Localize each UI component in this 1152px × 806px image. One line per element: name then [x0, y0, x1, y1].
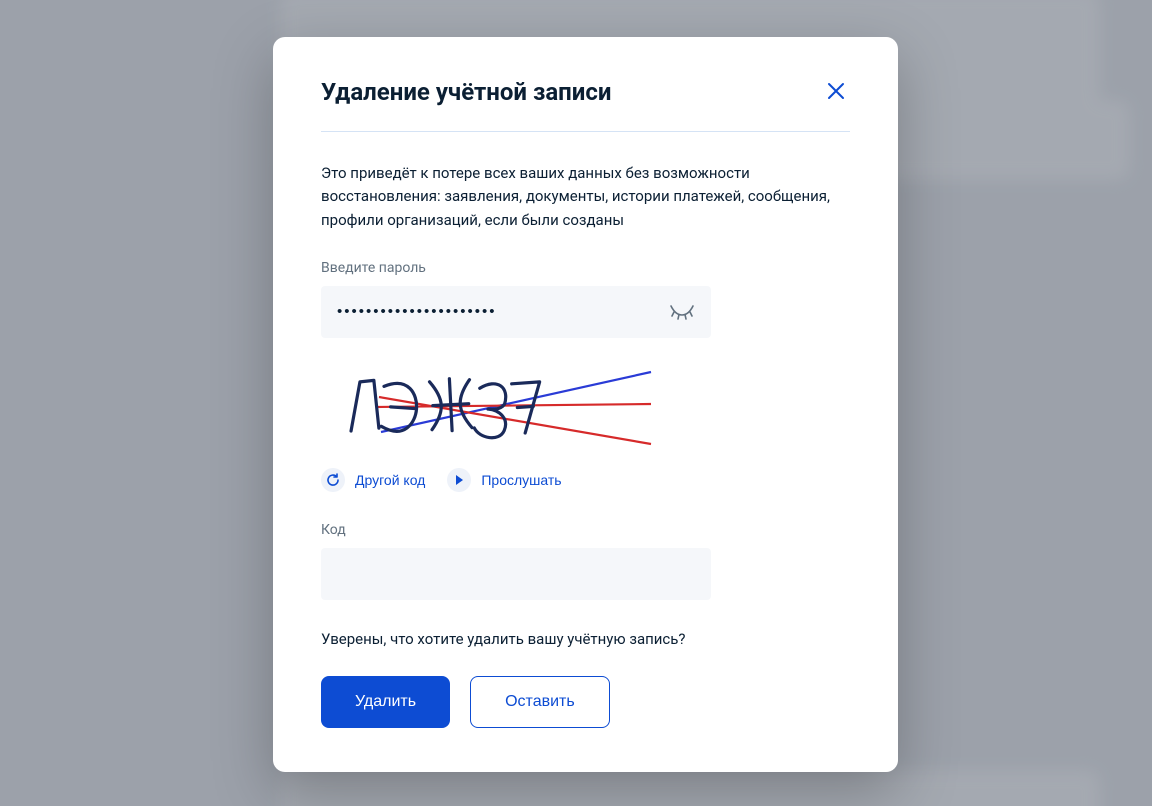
password-input[interactable]	[321, 286, 711, 338]
keep-button[interactable]: Оставить	[470, 676, 610, 728]
code-field-wrap	[321, 548, 711, 600]
confirm-question: Уверены, что хотите удалить вашу учётную…	[321, 630, 850, 648]
button-row: Удалить Оставить	[321, 676, 850, 728]
captcha-listen-button[interactable]: Прослушать	[447, 468, 561, 492]
eye-closed-icon	[669, 303, 695, 321]
toggle-password-visibility-button[interactable]	[665, 299, 699, 325]
captcha-image	[321, 362, 661, 452]
captcha-refresh-label: Другой код	[355, 472, 425, 488]
close-icon	[826, 81, 846, 101]
close-button[interactable]	[822, 77, 850, 105]
delete-account-modal: Удаление учётной записи Это приведёт к п…	[273, 37, 898, 772]
modal-title: Удаление учётной записи	[321, 77, 611, 107]
modal-description: Это приведёт к потере всех ваших данных …	[321, 162, 850, 232]
captcha-listen-label: Прослушать	[481, 472, 561, 488]
password-label: Введите пароль	[321, 260, 850, 276]
refresh-icon	[321, 468, 345, 492]
modal-header: Удаление учётной записи	[321, 77, 850, 132]
play-icon	[447, 468, 471, 492]
code-label: Код	[321, 522, 850, 538]
captcha-actions: Другой код Прослушать	[321, 468, 850, 492]
password-field-wrap	[321, 286, 711, 338]
delete-button[interactable]: Удалить	[321, 676, 450, 728]
captcha-refresh-button[interactable]: Другой код	[321, 468, 425, 492]
code-input[interactable]	[321, 548, 711, 600]
